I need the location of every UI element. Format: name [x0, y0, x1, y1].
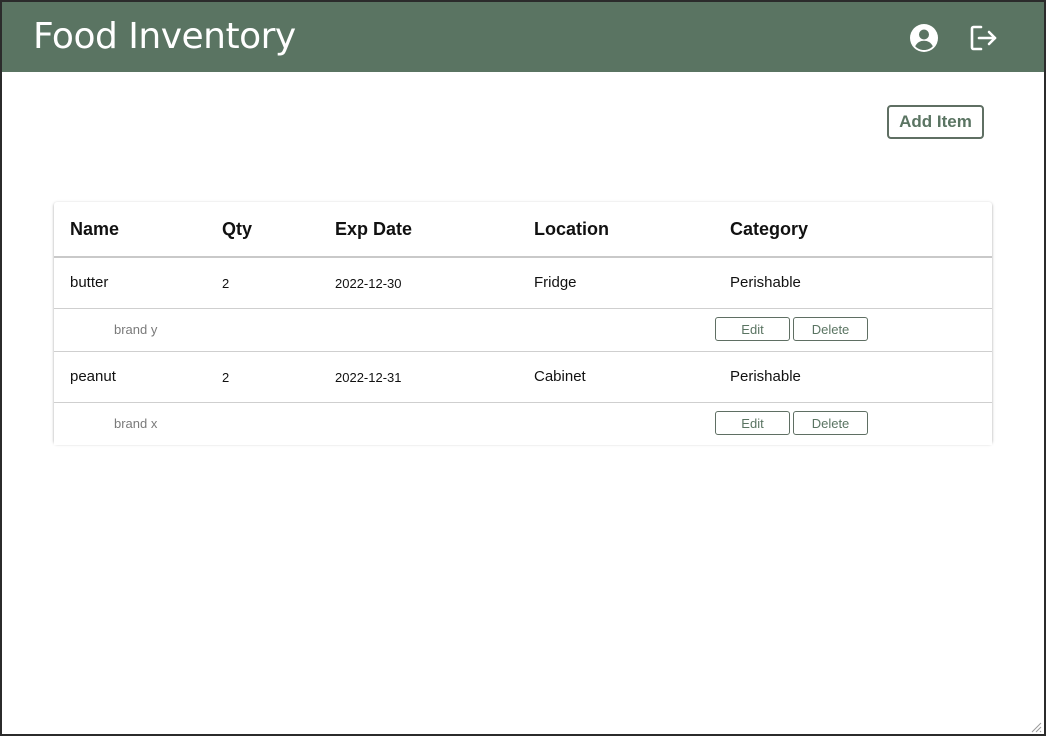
- table-header-row: Name Qty Exp Date Location Category: [54, 202, 992, 258]
- edit-button[interactable]: Edit: [715, 411, 790, 435]
- delete-button[interactable]: Delete: [793, 411, 868, 435]
- column-header-qty[interactable]: Qty: [222, 218, 252, 240]
- item-qty: 2: [222, 370, 230, 385]
- item-exp-date: 2022-12-30: [335, 276, 402, 291]
- account-circle-icon[interactable]: [908, 22, 940, 54]
- app-window: Food Inventory Add Item Name Qty Exp Dat…: [0, 0, 1046, 736]
- row-detail: brand y Edit Delete: [54, 309, 992, 352]
- item-location: Fridge: [534, 274, 577, 291]
- add-item-button[interactable]: Add Item: [887, 105, 984, 139]
- item-exp-date: 2022-12-31: [335, 370, 402, 385]
- app-header: Food Inventory: [2, 2, 1044, 72]
- edit-button[interactable]: Edit: [715, 317, 790, 341]
- inventory-table: Name Qty Exp Date Location Category butt…: [54, 202, 992, 445]
- item-brand: brand y: [114, 322, 158, 337]
- item-category: Perishable: [730, 274, 801, 291]
- column-header-location[interactable]: Location: [534, 218, 609, 240]
- item-name: butter: [70, 274, 109, 291]
- row-detail: brand x Edit Delete: [54, 403, 992, 445]
- table-row[interactable]: peanut 2 2022-12-31 Cabinet Perishable: [54, 352, 992, 403]
- item-brand: brand x: [114, 416, 158, 431]
- item-location: Cabinet: [534, 368, 586, 385]
- table-row[interactable]: butter 2 2022-12-30 Fridge Perishable: [54, 258, 992, 309]
- column-header-category[interactable]: Category: [730, 218, 808, 240]
- column-header-name[interactable]: Name: [70, 218, 119, 240]
- item-category: Perishable: [730, 368, 801, 385]
- delete-button[interactable]: Delete: [793, 317, 868, 341]
- item-qty: 2: [222, 276, 230, 291]
- resize-grip-icon[interactable]: [1030, 720, 1042, 733]
- app-title: Food Inventory: [33, 16, 296, 57]
- column-header-exp-date[interactable]: Exp Date: [335, 218, 412, 240]
- logout-icon[interactable]: [967, 22, 999, 54]
- item-name: peanut: [70, 368, 116, 385]
